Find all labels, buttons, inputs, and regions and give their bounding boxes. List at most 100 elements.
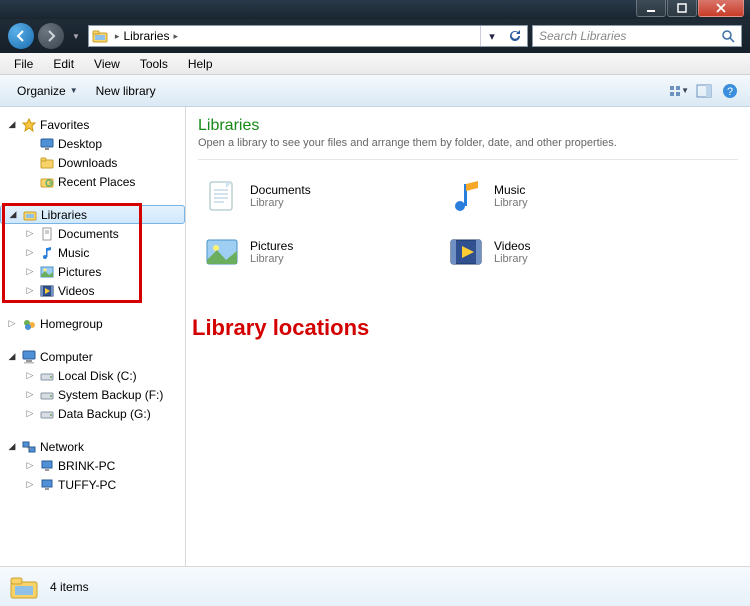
- tree-group-homegroup: ▷ Homegroup: [0, 314, 185, 333]
- tree-item-pictures[interactable]: ▷ Pictures: [18, 262, 185, 281]
- nav-row: ▼ ▸ Libraries ▸ ▾ Search Libraries: [0, 19, 750, 53]
- drive-icon: [38, 368, 56, 384]
- new-library-button[interactable]: New library: [87, 79, 165, 103]
- expander-icon[interactable]: ▷: [24, 389, 36, 400]
- library-item-documents[interactable]: Documents Library: [198, 172, 418, 220]
- expander-icon[interactable]: ▷: [24, 247, 36, 258]
- view-options-button[interactable]: ▼: [666, 79, 690, 103]
- breadcrumb-segment[interactable]: ▸ Libraries ▸: [109, 26, 184, 46]
- minimize-button[interactable]: [636, 0, 666, 17]
- tree-item-downloads[interactable]: Downloads: [18, 153, 185, 172]
- star-icon: [20, 117, 38, 133]
- library-grid: Documents Library Music Library: [198, 172, 738, 276]
- tree-group-network: ◢ Network ▷ BRINK-PC ▷ TUFFY-PC: [0, 437, 185, 494]
- menu-file[interactable]: File: [4, 55, 43, 73]
- expander-icon[interactable]: ▷: [24, 408, 36, 419]
- tree-group-computer: ◢ Computer ▷ Local Disk (C:) ▷ System Ba…: [0, 347, 185, 423]
- document-icon: [202, 176, 242, 216]
- library-item-videos[interactable]: Videos Library: [442, 228, 662, 276]
- tree-group-favorites: ◢ Favorites Desktop Download: [0, 115, 185, 191]
- pictures-icon: [38, 264, 56, 280]
- expander-icon[interactable]: ▷: [24, 479, 36, 490]
- downloads-icon: [38, 155, 56, 171]
- expander-icon[interactable]: ▷: [24, 228, 36, 239]
- page-subheading: Open a library to see your files and arr…: [198, 137, 738, 149]
- computer-icon: [20, 349, 38, 365]
- content-pane: Libraries Open a library to see your fil…: [186, 107, 750, 566]
- address-dropdown-button[interactable]: ▾: [481, 26, 503, 46]
- music-icon: [38, 245, 56, 261]
- menu-view[interactable]: View: [84, 55, 130, 73]
- tree-libraries[interactable]: ◢ Libraries: [0, 205, 185, 224]
- nav-tree: ◢ Favorites Desktop Download: [0, 107, 186, 566]
- tree-item-data-backup[interactable]: ▷ Data Backup (G:): [18, 404, 185, 423]
- breadcrumb-label: Libraries: [123, 29, 169, 43]
- videos-icon: [38, 283, 56, 299]
- annotation-text: Library locations: [192, 315, 369, 341]
- expander-icon[interactable]: ▷: [24, 460, 36, 471]
- search-input[interactable]: Search Libraries: [532, 25, 742, 47]
- library-item-pictures[interactable]: Pictures Library: [198, 228, 418, 276]
- tree-item-local-disk[interactable]: ▷ Local Disk (C:): [18, 366, 185, 385]
- expander-icon[interactable]: ◢: [6, 441, 18, 452]
- expander-icon[interactable]: ◢: [6, 119, 18, 130]
- tree-item-music[interactable]: ▷ Music: [18, 243, 185, 262]
- expander-icon[interactable]: ▷: [24, 285, 36, 296]
- search-icon: [721, 29, 735, 43]
- libraries-icon: [8, 571, 40, 603]
- network-pc-icon: [38, 477, 56, 493]
- preview-pane-button[interactable]: [692, 79, 716, 103]
- libraries-icon: [91, 27, 109, 45]
- music-icon: [446, 176, 486, 216]
- network-icon: [20, 439, 38, 455]
- tree-item-system-backup[interactable]: ▷ System Backup (F:): [18, 385, 185, 404]
- statusbar: 4 items: [0, 566, 750, 606]
- videos-icon: [446, 232, 486, 272]
- svg-text:?: ?: [727, 86, 733, 98]
- titlebar: [0, 0, 750, 19]
- tree-homegroup[interactable]: ▷ Homegroup: [0, 314, 185, 333]
- organize-button[interactable]: Organize▼: [8, 79, 87, 103]
- explorer-window: ▼ ▸ Libraries ▸ ▾ Search Libraries: [0, 0, 750, 606]
- divider: [198, 159, 738, 160]
- library-item-music[interactable]: Music Library: [442, 172, 662, 220]
- nav-history-dropdown[interactable]: ▼: [68, 32, 84, 41]
- tree-network[interactable]: ◢ Network: [0, 437, 185, 456]
- maximize-button[interactable]: [667, 0, 697, 17]
- libraries-icon: [21, 207, 39, 223]
- tree-item-brink-pc[interactable]: ▷ BRINK-PC: [18, 456, 185, 475]
- forward-button[interactable]: [38, 23, 64, 49]
- pictures-icon: [202, 232, 242, 272]
- tree-item-videos[interactable]: ▷ Videos: [18, 281, 185, 300]
- tree-item-documents[interactable]: ▷ Documents: [18, 224, 185, 243]
- tree-item-recent[interactable]: Recent Places: [18, 172, 185, 191]
- menu-tools[interactable]: Tools: [130, 55, 178, 73]
- close-button[interactable]: [698, 0, 744, 17]
- refresh-button[interactable]: [503, 26, 525, 46]
- expander-icon[interactable]: ▷: [24, 370, 36, 381]
- expander-icon[interactable]: ◢: [6, 351, 18, 362]
- page-heading: Libraries: [198, 117, 738, 135]
- status-count: 4 items: [50, 580, 89, 594]
- help-button[interactable]: ?: [718, 79, 742, 103]
- address-bar[interactable]: ▸ Libraries ▸ ▾: [88, 25, 528, 47]
- expander-icon[interactable]: ▷: [24, 266, 36, 277]
- menu-edit[interactable]: Edit: [43, 55, 84, 73]
- desktop-icon: [38, 136, 56, 152]
- tree-computer[interactable]: ◢ Computer: [0, 347, 185, 366]
- tree-favorites[interactable]: ◢ Favorites: [0, 115, 185, 134]
- menu-help[interactable]: Help: [178, 55, 223, 73]
- homegroup-icon: [20, 316, 38, 332]
- drive-icon: [38, 387, 56, 403]
- recent-icon: [38, 174, 56, 190]
- expander-icon[interactable]: ▷: [6, 318, 18, 329]
- tree-group-libraries: ◢ Libraries ▷ Documents ▷ Music: [0, 205, 185, 300]
- back-button[interactable]: [8, 23, 34, 49]
- expander-icon[interactable]: ◢: [7, 209, 19, 220]
- network-pc-icon: [38, 458, 56, 474]
- document-icon: [38, 226, 56, 242]
- drive-icon: [38, 406, 56, 422]
- tree-item-desktop[interactable]: Desktop: [18, 134, 185, 153]
- tree-item-tuffy-pc[interactable]: ▷ TUFFY-PC: [18, 475, 185, 494]
- body: ◢ Favorites Desktop Download: [0, 107, 750, 566]
